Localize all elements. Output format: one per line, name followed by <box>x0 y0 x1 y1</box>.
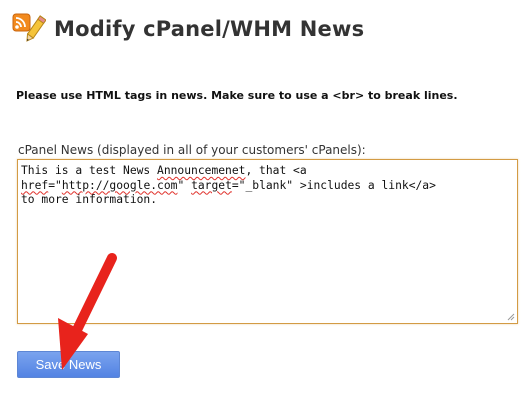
page-title: Modify cPanel/WHM News <box>54 17 365 41</box>
instructions-text: Please use HTML tags in news. Make sure … <box>16 89 458 102</box>
save-news-button[interactable]: Save News <box>17 351 120 378</box>
news-text-part: This is a test News <box>21 164 158 177</box>
misspelled-word: href <box>21 178 49 192</box>
misspelled-word: Announcemenet <box>157 164 246 177</box>
news-textarea[interactable]: This is a test News Announcemenet, that … <box>17 159 518 324</box>
rss-feed-pencil-icon <box>12 13 47 45</box>
page-header: Modify cPanel/WHM News <box>12 12 364 46</box>
news-field-label: cPanel News (displayed in all of your cu… <box>18 143 366 157</box>
page: Modify cPanel/WHM News Please use HTML t… <box>0 0 530 399</box>
news-text-part: =" <box>48 178 62 192</box>
resize-grip-icon[interactable] <box>507 313 515 321</box>
news-text-part: , that <a <box>245 164 307 177</box>
misspelled-word: target <box>191 178 232 192</box>
misspelled-word: http://google.com <box>61 178 178 192</box>
news-text-part: " <box>177 178 192 192</box>
